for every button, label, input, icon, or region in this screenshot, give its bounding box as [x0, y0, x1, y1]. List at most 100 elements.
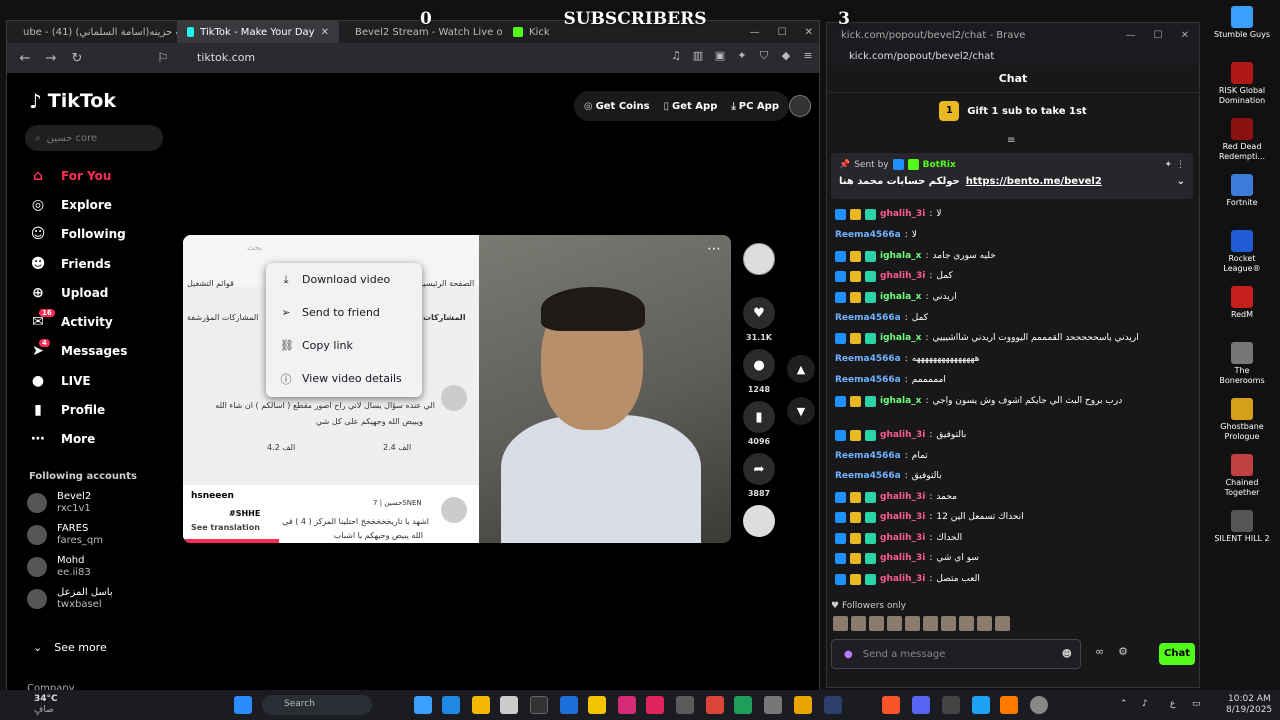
sidebar-item-friends[interactable]: ☻ Friends — [29, 249, 179, 278]
previous-video-button[interactable]: ▲ — [787, 355, 815, 383]
vpn-app-icon[interactable] — [560, 696, 578, 714]
steam-taskbar-icon[interactable] — [824, 696, 842, 714]
steam-icon[interactable] — [530, 696, 548, 714]
view-video-details-item[interactable]: ⓘ View video details — [266, 362, 422, 395]
unpin-icon[interactable]: ✦ — [1164, 160, 1172, 170]
chat-username[interactable]: ghalih_3i — [880, 430, 925, 440]
chat-username[interactable]: ghalih_3i — [880, 553, 925, 563]
more-options-icon[interactable]: ⋯ — [707, 241, 721, 257]
instagram-icon[interactable] — [618, 696, 636, 714]
desktop-shortcut[interactable]: Fortnite — [1214, 174, 1270, 208]
copy-link-item[interactable]: ⛓ Copy link — [266, 329, 422, 362]
edge-icon[interactable] — [442, 696, 460, 714]
send-chat-button[interactable]: Chat — [1159, 643, 1195, 665]
back-icon[interactable]: ← — [17, 51, 33, 66]
kebab-menu-icon[interactable]: ⋮ — [1176, 160, 1185, 170]
emote[interactable] — [887, 616, 902, 631]
close-window-icon[interactable]: ✕ — [1181, 30, 1189, 41]
app-icon[interactable] — [414, 696, 432, 714]
emote[interactable] — [977, 616, 992, 631]
account-item[interactable]: Mohd ee.ii83 — [27, 555, 91, 579]
get-coins-button[interactable]: ◎ Get Coins — [584, 101, 650, 112]
expand-icon[interactable]: ≡ — [1007, 135, 1015, 146]
chat-username[interactable]: ghalih_3i — [880, 512, 925, 522]
mic-tray-icon[interactable]: ♪ — [1142, 699, 1148, 709]
vpn-icon[interactable]: ◆ — [779, 49, 793, 63]
desktop-shortcut[interactable]: Ghostbane Prologue — [1214, 398, 1270, 442]
menu-icon[interactable]: ≡ — [801, 49, 815, 63]
sidebar-item-activity[interactable]: ✉ 16 Activity — [29, 307, 179, 336]
chat-username[interactable]: ighala_x — [880, 292, 921, 302]
account-item[interactable]: Bevel2 rxc1v1 — [27, 491, 91, 515]
share-button[interactable]: ➦ 3887 — [743, 453, 775, 498]
sidebar-item-for-you[interactable]: ⌂ For You — [29, 161, 179, 190]
chat-username[interactable]: ighala_x — [880, 396, 921, 406]
sidebar-item-messages[interactable]: ➤ 4 Messages — [29, 337, 179, 366]
start-icon[interactable] — [234, 696, 252, 714]
sidebar-item-live[interactable]: ● LIVE — [29, 366, 179, 395]
store-icon[interactable] — [500, 696, 518, 714]
emote[interactable] — [995, 616, 1010, 631]
emote[interactable] — [959, 616, 974, 631]
emote[interactable] — [851, 616, 866, 631]
chat-username[interactable]: ghalih_3i — [880, 492, 925, 502]
desktop-shortcut[interactable]: The Bonerooms — [1214, 342, 1270, 386]
folder-icon[interactable] — [472, 696, 490, 714]
mic-icon[interactable]: ● — [844, 649, 853, 660]
app-icon[interactable] — [734, 696, 752, 714]
sound-avatar[interactable] — [743, 505, 775, 537]
discord-icon[interactable] — [912, 696, 930, 714]
chat-username[interactable]: ghalih_3i — [880, 533, 925, 543]
desktop-shortcut[interactable]: Stumble Guys — [1214, 6, 1270, 40]
chat-username[interactable]: ighala_x — [880, 333, 921, 343]
chat-username[interactable]: Reema4566a — [835, 451, 901, 461]
chevron-down-icon[interactable]: ⌄ — [1177, 176, 1185, 187]
reload-icon[interactable]: ↻ — [69, 51, 85, 66]
chat-username[interactable]: ighala_x — [880, 251, 921, 261]
close-tab-icon[interactable]: ✕ — [321, 27, 329, 38]
app-icon[interactable] — [764, 696, 782, 714]
app-icon[interactable] — [676, 696, 694, 714]
desktop-shortcut[interactable]: Rocket League® — [1214, 230, 1270, 274]
chat-username[interactable]: ghalih_3i — [880, 271, 925, 281]
chat-username[interactable]: Reema4566a — [835, 313, 901, 323]
clock-time[interactable]: 10:02 AM — [1228, 694, 1271, 704]
sidebar-item-upload[interactable]: ⊕ Upload — [29, 278, 179, 307]
emote[interactable] — [833, 616, 848, 631]
wallet-icon[interactable]: ▣ — [713, 49, 727, 63]
emote[interactable] — [869, 616, 884, 631]
emote[interactable] — [923, 616, 938, 631]
pinned-username[interactable]: BotRix — [923, 160, 956, 170]
chrome-icon[interactable] — [706, 696, 724, 714]
network-icon[interactable]: ▭ — [1192, 699, 1201, 709]
desktop-shortcut[interactable]: SILENT HILL 2 — [1214, 510, 1270, 544]
desktop-shortcut[interactable]: Chained Together — [1214, 454, 1270, 498]
snapchat-icon[interactable] — [588, 696, 606, 714]
tab-youtube[interactable]: ube - (41) آهات حزينه(اسامة السلماني) — [7, 21, 177, 43]
chat-username[interactable]: Reema4566a — [835, 230, 901, 240]
sidebar-icon[interactable]: ▥ — [691, 49, 705, 63]
weather-temp[interactable]: 34°C — [34, 694, 58, 704]
like-button[interactable]: ♥ 31.1K — [743, 297, 775, 342]
language-indicator[interactable]: ع — [1170, 699, 1175, 709]
bookmark-icon[interactable]: ⚐ — [155, 51, 171, 66]
desktop-shortcut[interactable]: RedM — [1214, 286, 1270, 320]
chat-url-bar[interactable]: kick.com/popout/bevel2/chat — [827, 47, 1199, 65]
tab-tiktok[interactable]: TikTok - Make Your Day ✕ — [177, 21, 339, 43]
sidebar-item-more[interactable]: ⋯ More — [29, 425, 179, 454]
brave-icon[interactable] — [882, 696, 900, 714]
sidebar-item-explore[interactable]: ◎ Explore — [29, 190, 179, 219]
gift-banner[interactable]: 1 Gift 1 sub to take 1st — [827, 93, 1199, 129]
taskbar-search[interactable]: Search — [262, 695, 372, 715]
desktop-shortcut[interactable]: Red Dead Redempti... — [1214, 118, 1270, 162]
comment-button[interactable]: ● 1248 — [743, 349, 775, 394]
chat-username[interactable]: ghalih_3i — [880, 209, 925, 219]
account-item[interactable]: باسل المزعل twxbasel — [27, 587, 113, 611]
emote[interactable] — [941, 616, 956, 631]
app-icon[interactable] — [1000, 696, 1018, 714]
pc-app-button[interactable]: ⤓ PC App — [731, 101, 779, 112]
settings-icon[interactable] — [1030, 696, 1048, 714]
app-icon[interactable] — [942, 696, 960, 714]
sidebar-item-profile[interactable]: ▮ Profile — [29, 395, 179, 424]
see-translation-link[interactable]: See translation — [191, 523, 260, 532]
